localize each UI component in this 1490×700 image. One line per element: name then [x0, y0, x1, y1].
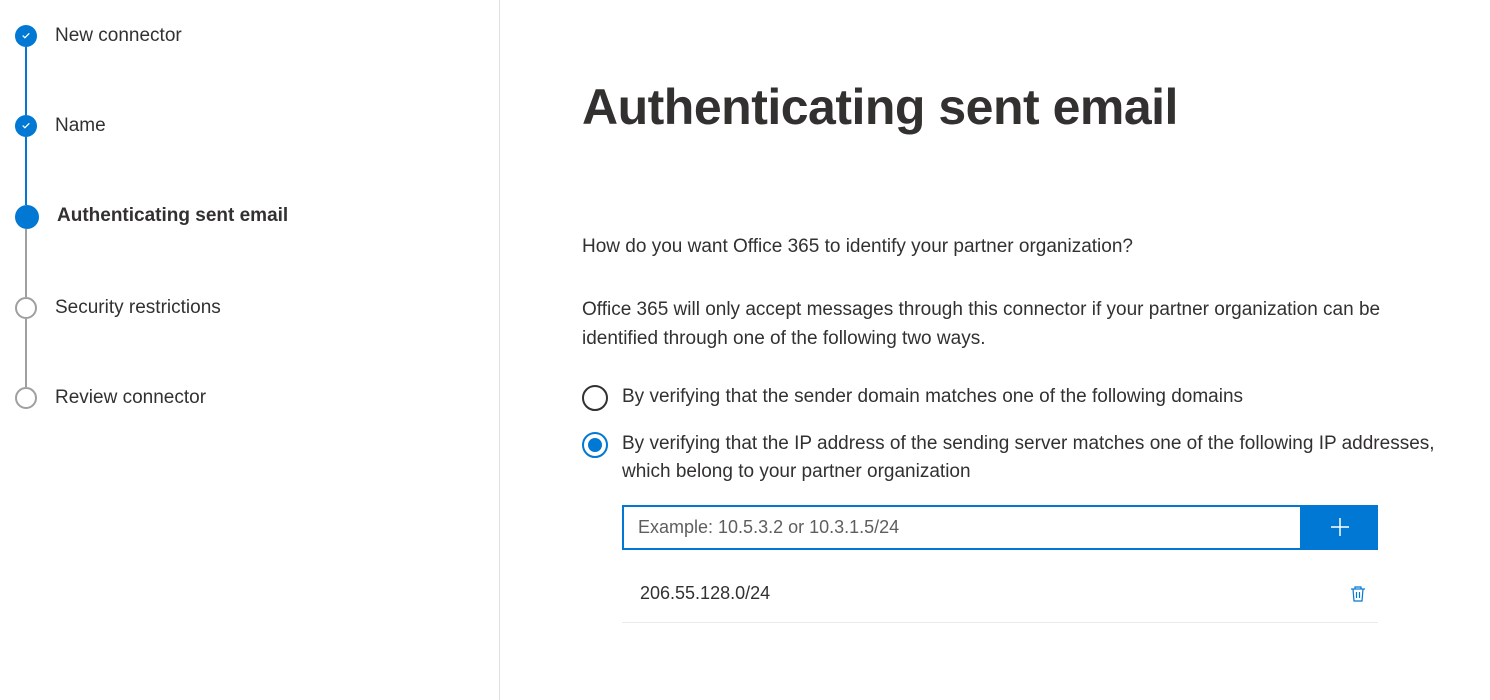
- step-authenticating-sent-email[interactable]: Authenticating sent email: [15, 205, 499, 229]
- trash-icon: [1348, 584, 1368, 604]
- ip-input-row: [622, 505, 1460, 550]
- step-new-connector[interactable]: New connector: [15, 25, 499, 47]
- step-connector-line: [25, 47, 27, 115]
- wizard-steps-sidebar: New connector Name Authenticating sent e…: [0, 0, 500, 700]
- step-label: Review connector: [55, 387, 206, 409]
- step-label: Name: [55, 115, 106, 137]
- radio-option-ip[interactable]: By verifying that the IP address of the …: [582, 430, 1460, 487]
- step-security-restrictions[interactable]: Security restrictions: [15, 297, 499, 319]
- radio-label: By verifying that the IP address of the …: [622, 430, 1460, 487]
- plus-icon: [1328, 515, 1352, 539]
- question-text: How do you want Office 365 to identify y…: [582, 236, 1460, 258]
- checkmark-icon: [15, 25, 37, 47]
- ip-address-list: 206.55.128.0/24: [622, 570, 1378, 623]
- step-connector-line: [25, 137, 27, 205]
- pending-step-icon: [15, 297, 37, 319]
- ip-list-item: 206.55.128.0/24: [622, 570, 1378, 623]
- step-label: New connector: [55, 25, 182, 47]
- radio-label: By verifying that the sender domain matc…: [622, 383, 1243, 412]
- step-name[interactable]: Name: [15, 115, 499, 137]
- page-title: Authenticating sent email: [582, 78, 1460, 136]
- description-text: Office 365 will only accept messages thr…: [582, 296, 1460, 353]
- pending-step-icon: [15, 387, 37, 409]
- step-label: Security restrictions: [55, 297, 221, 319]
- step-label: Authenticating sent email: [57, 205, 288, 227]
- current-step-icon: [15, 205, 39, 229]
- radio-icon: [582, 432, 608, 458]
- step-connector-line: [25, 319, 27, 387]
- checkmark-icon: [15, 115, 37, 137]
- add-button[interactable]: [1302, 505, 1378, 550]
- ip-value-text: 206.55.128.0/24: [640, 583, 770, 604]
- radio-option-domain[interactable]: By verifying that the sender domain matc…: [582, 383, 1460, 412]
- step-review-connector[interactable]: Review connector: [15, 387, 499, 409]
- main-content: Authenticating sent email How do you wan…: [500, 0, 1490, 700]
- step-connector-line: [25, 229, 27, 297]
- radio-icon: [582, 385, 608, 411]
- ip-address-input[interactable]: [622, 505, 1302, 550]
- delete-button[interactable]: [1344, 580, 1372, 608]
